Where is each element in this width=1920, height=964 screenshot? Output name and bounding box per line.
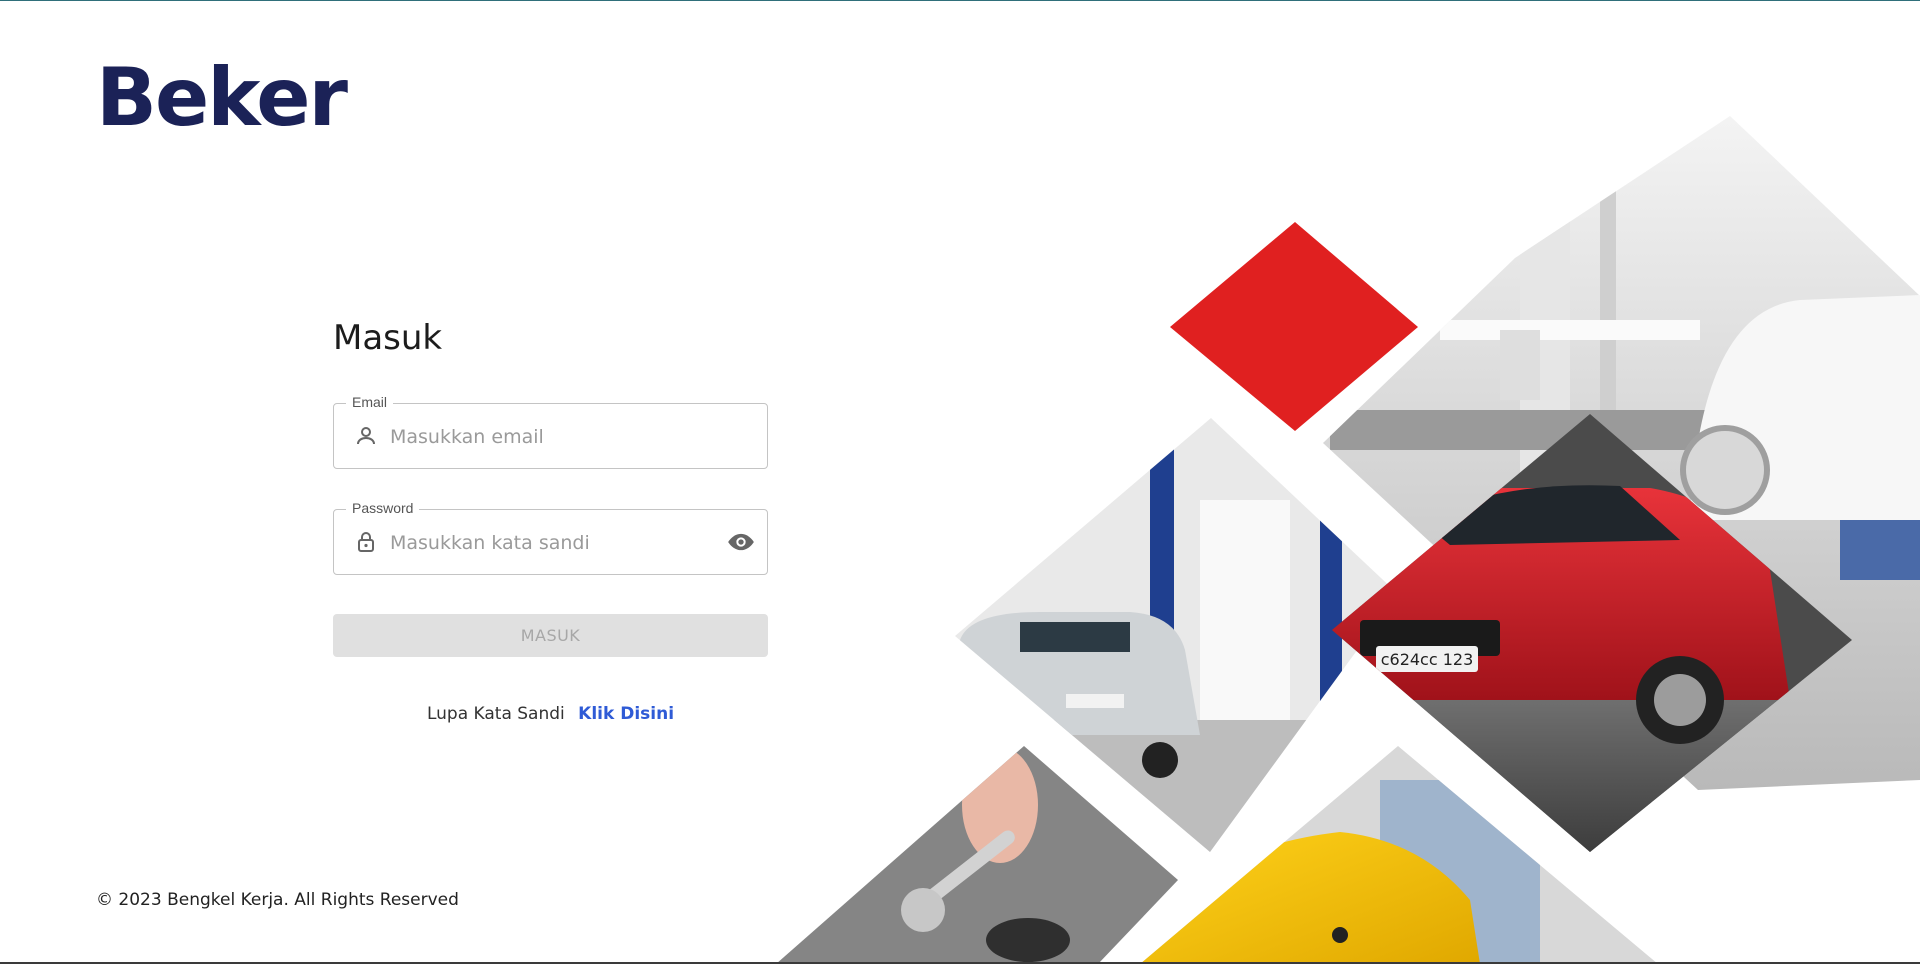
- forgot-text: Lupa Kata Sandi: [426, 704, 565, 724]
- garage-image-mini: [955, 418, 1398, 852]
- red-car-image: c624cc 123: [1332, 414, 1852, 852]
- form-title: Masuk: [333, 318, 443, 358]
- person-icon: [354, 424, 378, 448]
- footer-copyright: © 2023 Bengkel Kerja. All Rights Reserve…: [96, 890, 459, 910]
- email-field: Email: [333, 394, 768, 469]
- hero-collage: c624cc 123: [0, 0, 1920, 964]
- submit-button[interactable]: MASUK: [333, 614, 768, 657]
- red-diamond: [1170, 222, 1418, 431]
- password-field: Password: [333, 500, 768, 575]
- forgot-password: Lupa Kata Sandi Klik Disini: [333, 704, 768, 724]
- top-border: [0, 0, 1920, 1]
- email-input[interactable]: [388, 418, 722, 456]
- garage-image-top: [1323, 116, 1920, 790]
- brand-logo: Beker: [96, 51, 348, 144]
- email-label: Email: [346, 394, 394, 410]
- lock-icon: [354, 530, 378, 554]
- forgot-link[interactable]: Klik Disini: [578, 704, 674, 724]
- license-plate: c624cc 123: [1381, 650, 1474, 669]
- password-input[interactable]: [388, 524, 722, 562]
- wrench-image: [776, 746, 1178, 964]
- password-label: Password: [346, 500, 420, 516]
- yellow-car-image: [1140, 746, 1658, 964]
- eye-icon[interactable]: [727, 528, 755, 556]
